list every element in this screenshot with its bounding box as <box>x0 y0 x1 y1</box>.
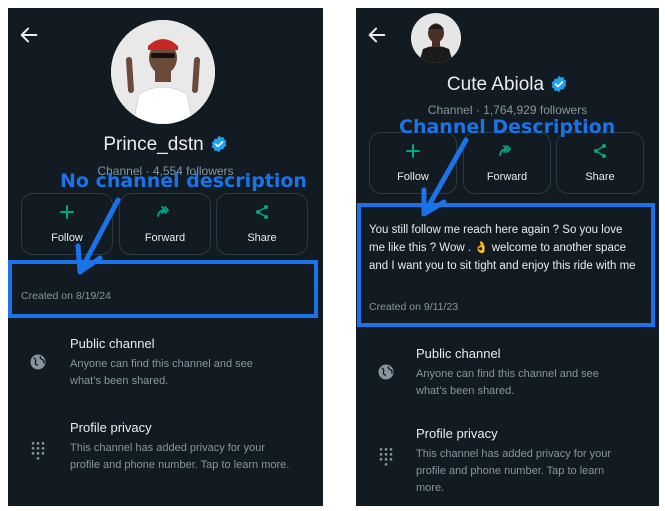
annotation-arrows <box>75 137 469 275</box>
annotation-arrow-right <box>421 137 469 217</box>
annotation-arrow-left <box>75 197 121 275</box>
